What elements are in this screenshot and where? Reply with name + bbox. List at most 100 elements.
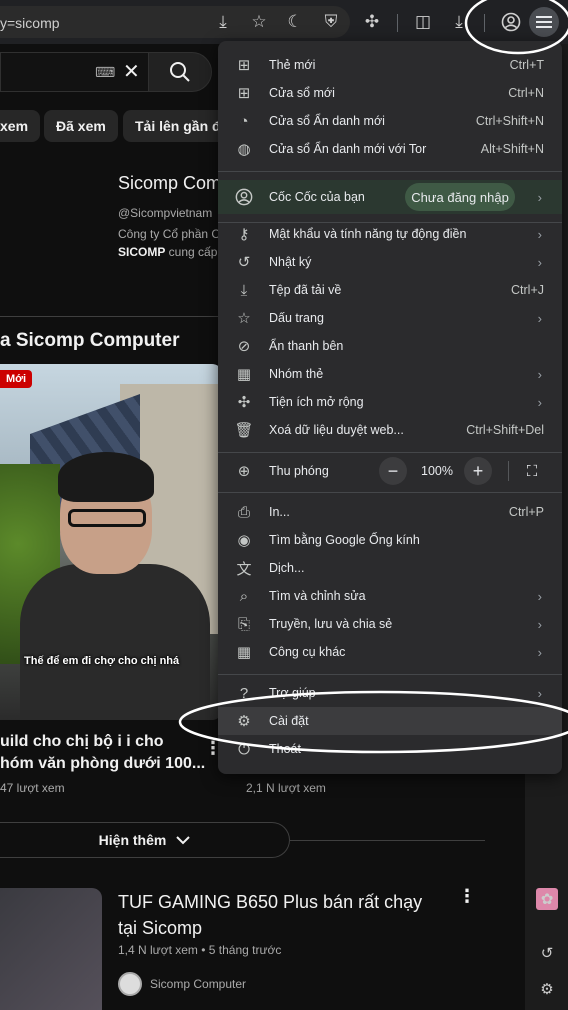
menu-item-tab-groups[interactable]: ▦ Nhóm thẻ › [218,360,562,388]
menu-shortcut: Alt+Shift+N [480,142,544,156]
video-caption: Thế để em đi chợ cho chị nhá [24,655,180,667]
menu-label: Nhật ký [269,255,312,269]
account-circle-icon [234,187,254,207]
zoom-value: 100% [421,464,453,478]
hamburger-menu-icon[interactable] [532,10,556,34]
channel-description-2: SICOMP cung cấp, [118,245,221,259]
chevron-right-icon: › [537,254,542,270]
downloads-icon[interactable]: ⤓ [447,10,471,34]
video2-thumbnail[interactable] [0,888,102,1010]
menu-item-bookmarks[interactable]: ☆ Dấu trang › [218,304,562,332]
zoom-in-button[interactable]: + [464,457,492,485]
extensions-icon[interactable]: ✣ [360,10,384,34]
video2-channel[interactable]: Sicomp Computer [150,977,246,991]
menu-label: Dấu trang [269,311,324,325]
section-title: a Sicomp Computer [0,330,180,351]
menu-item-cast-save-share[interactable]: ⎘ Truyền, lưu và chia sẻ › [218,610,562,638]
menu-item-new-window[interactable]: ⊞ Cửa sổ mới Ctrl+N [218,79,562,107]
menu-label: Cài đặt [269,714,309,728]
menu-item-downloads[interactable]: ⤓ Tệp đã tải về Ctrl+J [218,276,562,304]
sign-in-status-pill[interactable]: Chưa đăng nhập [405,183,515,211]
youtube-search-button[interactable] [148,52,212,92]
browser-toolbar: y=sicomp ⤓ ☆ ☾ ⛨ ✣ ◫ ⤓ [0,0,568,44]
search-icon [170,62,190,82]
settings-gear-icon[interactable]: ⚙ [536,978,558,1000]
menu-item-new-tab[interactable]: ⊞ Thẻ mới Ctrl+T [218,51,562,79]
channel-name[interactable]: Sicomp Com [118,173,221,194]
video2-more-options-icon[interactable]: ⋮ [458,886,476,907]
lens-camera-icon: ◉ [237,532,251,549]
menu-item-help[interactable]: ? Trợ giúp › [218,679,562,707]
key-icon: ⚷ [238,226,250,243]
menu-item-clear-data[interactable]: 🗑 Xoá dữ liệu duyệt web... Ctrl+Shift+De… [218,416,562,444]
menu-item-more-tools[interactable]: ▦ Công cụ khác › [218,638,562,666]
sidebar-icon[interactable]: ◫ [411,10,435,34]
menu-item-settings[interactable]: ⚙ Cài đặt [218,707,562,735]
chip-watched[interactable]: Đã xem [44,110,118,142]
history-icon[interactable]: ↺ [536,942,558,964]
menu-item-google-lens[interactable]: ◉ Tìm bằng Google Ống kính [218,526,562,554]
menu-item-incognito-tor[interactable]: ◍ Cửa sổ Ẩn danh mới với Tor Alt+Shift+N [218,135,562,163]
chip-popular[interactable]: xem [0,110,41,142]
chevron-right-icon: › [537,310,542,326]
menu-item-extensions[interactable]: ✣ Tiện ích mở rộng › [218,388,562,416]
clear-search-icon[interactable]: ✕ [123,59,140,84]
menu-item-print[interactable]: ⎙ In... Ctrl+P [218,498,562,526]
show-more-label: Hiện thêm [98,832,167,848]
video2-title-line1[interactable]: TUF GAMING B650 Plus bán rất chạy [118,892,422,913]
menu-item-history[interactable]: ↺ Nhật ký › [218,248,562,276]
menu-item-incognito[interactable]: ◔ Cửa sổ Ẩn danh mới Ctrl+Shift+N [218,107,562,135]
bookmark-star-icon[interactable]: ☆ [247,10,271,34]
find-icon: ⌕ [239,587,249,605]
menu-label: Công cụ khác [269,645,346,659]
show-more-divider [290,840,485,841]
menu-item-find-edit[interactable]: ⌕ Tìm và chỉnh sửa › [218,582,562,610]
address-text[interactable]: y=sicomp [0,15,60,31]
video-title-line2[interactable]: hóm văn phòng dưới 100... [0,755,205,773]
menu-item-translate[interactable]: 文 Dịch... [218,554,562,582]
adblock-shield-icon[interactable]: ⛨ [319,10,343,34]
menu-item-hide-sidebar[interactable]: ⊘ Ẩn thanh bên [218,332,562,360]
browser-main-menu: ⊞ Thẻ mới Ctrl+T ⊞ Cửa sổ mới Ctrl+N ◔ C… [218,41,562,774]
channel-avatar[interactable] [118,972,142,996]
channel-handle: @Sicompvietnam [118,206,213,220]
chip-recent-uploads[interactable]: Tải lên gần đây [123,110,223,142]
zoom-out-button[interactable]: − [379,457,407,485]
menu-label: Thẻ mới [269,58,316,72]
menu-item-exit[interactable]: ⏻ Thoát [218,735,562,763]
dark-mode-icon[interactable]: ☾ [283,10,307,34]
zoom-icon: ⊕ [237,463,251,480]
install-app-icon[interactable]: ⤓ [211,10,235,34]
menu-shortcut: Ctrl+Shift+N [475,114,544,128]
toolbar-divider [397,14,398,32]
menu-label: Thoát [269,742,301,756]
menu-label: Cửa sổ Ẩn danh mới với Tor [269,142,427,156]
fullscreen-icon[interactable]: ⛶ [521,460,543,482]
channel-description: Công ty Cổ phần C [118,227,221,241]
show-more-button[interactable]: Hiện thêm [0,822,290,858]
hide-sidebar-icon: ⊘ [237,338,251,355]
settings-gear-icon: ⚙ [237,713,251,730]
keyboard-icon[interactable]: ⌨ [95,64,115,81]
menu-shortcut: Ctrl+N [508,86,544,100]
toolbar-divider-2 [484,14,485,32]
sidebar-app-icon[interactable]: ✿ [536,888,558,910]
zoom-divider [508,461,509,481]
menu-label: Cốc Cốc của bạn [269,190,365,204]
chevron-right-icon: › [537,189,542,205]
video-views: 47 lượt xem [0,781,65,795]
menu-label: Mật khẩu và tính năng tự động điền [269,227,467,241]
help-icon: ? [239,684,249,702]
chevron-right-icon: › [537,366,542,382]
profile-icon[interactable] [499,10,523,34]
star-icon: ☆ [237,310,251,327]
video2-title-line2[interactable]: tại Sicomp [118,918,202,939]
chevron-right-icon: › [537,685,542,701]
video-title-line1[interactable]: uild cho chị bộ i i cho [0,733,164,751]
menu-label: Tìm bằng Google Ống kính [269,533,420,547]
thumb-person-body [20,564,210,720]
printer-icon: ⎙ [237,503,250,521]
puzzle-icon: ✣ [237,394,251,411]
youtube-search-input[interactable]: ⌨ ✕ [0,52,148,92]
menu-item-passwords[interactable]: ⚷ Mật khẩu và tính năng tự động điền › [218,220,562,248]
